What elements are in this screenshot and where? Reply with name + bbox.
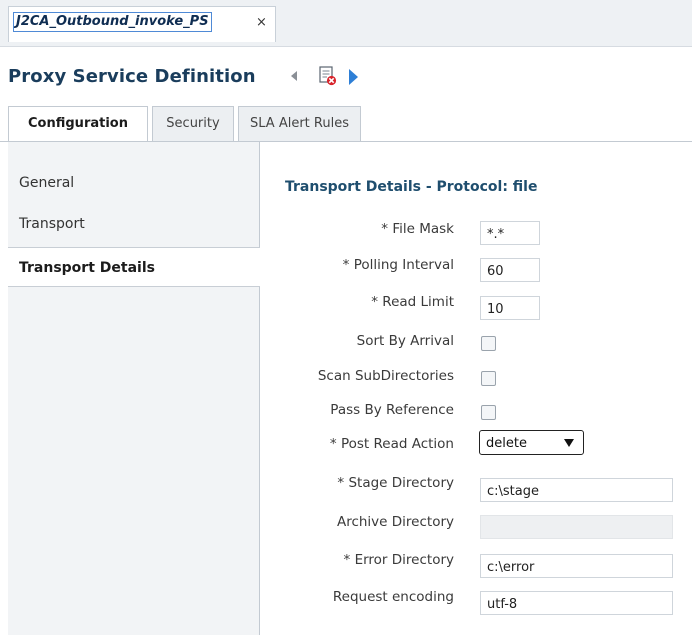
post-read-action-label: * Post Read Action [329, 436, 454, 452]
sort-by-arrival-label: Sort By Arrival [356, 333, 454, 349]
polling-interval-label: * Polling Interval [342, 257, 454, 273]
file-mask-input[interactable]: *.* [480, 221, 540, 245]
nav-back-icon[interactable] [291, 71, 297, 81]
request-encoding-input[interactable]: utf-8 [480, 591, 673, 615]
tab-sla-alert-rules[interactable]: SLA Alert Rules [238, 106, 361, 141]
page-title: Proxy Service Definition [8, 66, 256, 87]
error-directory-label: * Error Directory [343, 552, 454, 568]
error-directory-input[interactable]: c:\error [480, 554, 673, 578]
archive-directory-input [480, 515, 673, 539]
nav-forward-icon[interactable] [349, 69, 358, 85]
pass-by-reference-label: Pass By Reference [330, 402, 454, 418]
read-limit-input[interactable]: 10 [480, 296, 540, 320]
tab-configuration[interactable]: Configuration [8, 106, 148, 142]
document-tab[interactable]: J2CA_Outbound_invoke_PS × [8, 6, 276, 42]
dropdown-arrow-icon [564, 439, 574, 447]
left-nav: General Transport Transport Details [8, 142, 260, 635]
nav-item-transport-details[interactable]: Transport Details [8, 247, 260, 287]
archive-directory-label: Archive Directory [336, 514, 454, 530]
delete-icon[interactable] [319, 66, 337, 86]
polling-interval-input[interactable]: 60 [480, 258, 540, 282]
nav-item-transport[interactable]: Transport [8, 216, 260, 232]
pass-by-reference-checkbox[interactable] [481, 405, 496, 420]
file-mask-label: * File Mask [381, 221, 454, 237]
sort-by-arrival-checkbox[interactable] [481, 336, 496, 351]
stage-directory-label: * Stage Directory [337, 475, 454, 491]
read-limit-label: * Read Limit [371, 294, 454, 310]
close-icon[interactable]: × [256, 16, 267, 30]
tab-security[interactable]: Security [152, 106, 234, 141]
stage-directory-input[interactable]: c:\stage [480, 478, 673, 502]
post-read-action-select[interactable]: delete [479, 430, 584, 455]
document-tab-title[interactable]: J2CA_Outbound_invoke_PS [13, 12, 212, 32]
transport-details-heading: Transport Details - Protocol: file [285, 179, 538, 195]
nav-item-general[interactable]: General [8, 175, 260, 191]
document-tab-bar: J2CA_Outbound_invoke_PS × [0, 0, 692, 47]
section-tabs: Configuration Security SLA Alert Rules [8, 106, 692, 142]
scan-subdirectories-checkbox[interactable] [481, 371, 496, 386]
post-read-action-value: delete [486, 436, 527, 451]
request-encoding-label: Request encoding [332, 589, 454, 605]
scan-subdirectories-label: Scan SubDirectories [317, 368, 454, 384]
